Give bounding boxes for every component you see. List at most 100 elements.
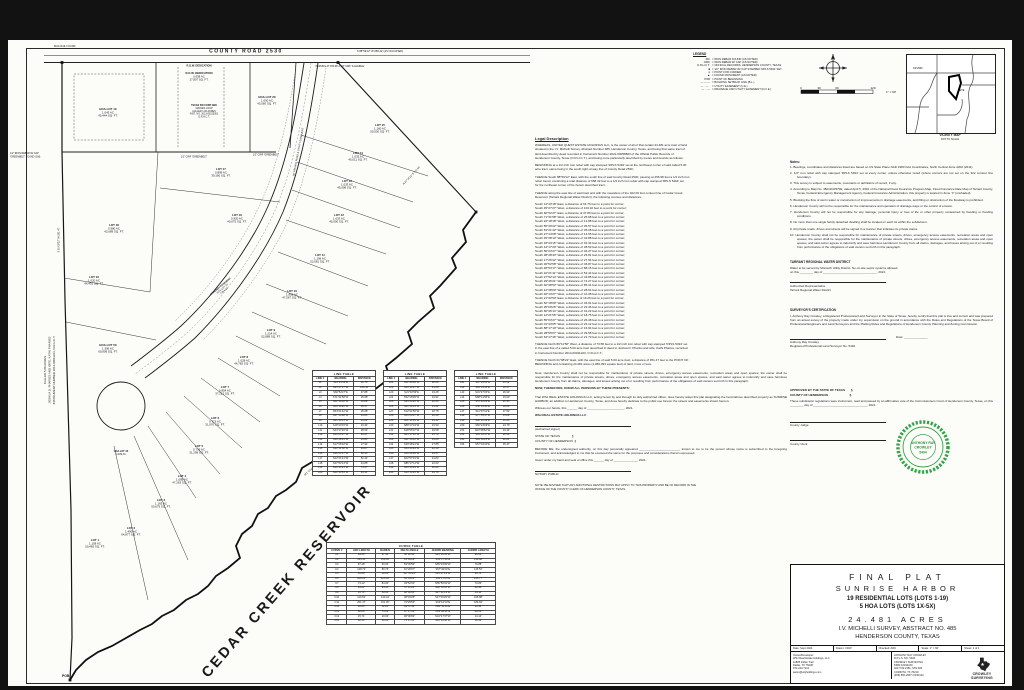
- scale-tick-label: 0: [800, 86, 802, 90]
- approval-county-line: COUNTY OF HENDERSON §: [790, 393, 993, 398]
- given-under-line: Given under my hand and seal of office t…: [535, 458, 787, 462]
- line-table: LINE TABLE LINE #BEARINGDISTANCEL21S12°4…: [383, 370, 447, 476]
- county-judge-signature-line: [790, 418, 886, 423]
- vicinity-subtitle-text: NOT TO SCALE: [906, 138, 994, 141]
- lot-label: LOT 191.020 AC44,431 SQ. FT.: [84, 275, 104, 286]
- county-of-henderson-line: COUNTY OF HENDERSON §: [535, 439, 787, 443]
- table-row: L40S13°14′25″W29.78′: [384, 471, 447, 476]
- info-cell: Scale: 1″ = 60′: [919, 646, 962, 651]
- seal-name-line: ANTHONY RAY: [911, 441, 936, 445]
- title-block-footer: Owner/Developer:WSJ Real Estate Holdings…: [791, 652, 1004, 679]
- surveyor-info-line: (469) 850-2937 (OFFICE): [894, 674, 964, 677]
- footer-notes: NOTE: BE ADVISED THAT ANY ADDITIONAL RES…: [535, 484, 787, 492]
- lot-label: LOT 31.163 AC50,679 SQ. FT.: [151, 498, 171, 509]
- legal-description-title: Legal Description: [535, 136, 787, 141]
- hoa-lots-line: 5 HOA LOTS (LOTS 1X-5X): [791, 604, 1004, 612]
- dedication-paragraph: That WSJ REAL ESTATE HOLDINGS LLC, actin…: [535, 395, 787, 403]
- lot-label: LOT 101.092 AC47,567 SQ. FT.: [282, 289, 302, 300]
- lot-label: LOT 160.920 AC40,075 SQ. FT.: [227, 213, 247, 224]
- lot-label: LOT 180.980 AC42,689 SQ. FT.: [104, 223, 124, 234]
- texas-shape-icon: [975, 657, 990, 672]
- logo-wordmark-line: SURVEYING: [961, 677, 1003, 681]
- lot-label: LOT 81.028 AC44,782 SQ. FT.: [234, 355, 254, 366]
- final-plat-title: FINAL PLAT: [791, 572, 1004, 582]
- table-row: C1562.36′50.00′71°27′45″S36°40′58″W58.39…: [327, 619, 496, 624]
- lot-label: LOT 121.033 AC45,000 SQ. FT.: [329, 213, 349, 224]
- county-clerk-signature-line: [790, 436, 886, 441]
- info-cell: Date: Sept 2024: [791, 646, 834, 651]
- notes-title: Notes:: [790, 160, 993, 164]
- owner-info-line: aaron@wsjholdings.com: [793, 671, 889, 674]
- lot-label: LOT 41.085 AC47,263 SQ. FT.: [172, 474, 192, 485]
- org-caption: Tarrant Regional Water District: [790, 288, 993, 292]
- road-dimension-label: S 88°59′12″ W 668.42′ (AS OCCUPIED): [357, 49, 403, 53]
- surveyor-cert-body: I, Anthony Ray Crowley, a Registered Pro…: [790, 314, 993, 327]
- witness-line: Witness our hands, this ______ day of __…: [535, 406, 787, 410]
- water-district-date-line: on this ________ day of ________________…: [790, 270, 993, 275]
- table-row: L20S40°38′53″W85.31′: [313, 471, 376, 476]
- vicinity-map-drawing: CR 2530SITE: [907, 55, 995, 133]
- line-tables: LINE TABLE LINE #BEARINGDISTANCEL1S14°43…: [312, 370, 518, 476]
- lot-label: LOT 141.033 AC45,011 SQ. FT.: [348, 151, 367, 162]
- curve-table-grid: CURVE #ARC LENGTHRADIUSDELTA ANGLECHORD …: [326, 548, 496, 625]
- lot-label: HOA-LOT 5X1.396 AC60,809 SQ. FT.: [98, 343, 118, 354]
- subdivision-name: SUNRISE HARBOR: [791, 584, 1004, 593]
- owner-company-line: WSJ REAL ESTATE HOLDINGS LLC: [535, 413, 787, 417]
- lot-labels: HOA-LOT 1X1.043 AC45,444 SQ. FT. R.O.W. D…: [84, 71, 390, 549]
- neighbor-tract-label: JOSHUA D. PHARISS AND WIFE, KATHI PHARIS…: [48, 336, 52, 403]
- scale-caption: 1″ = 60′: [886, 90, 896, 94]
- vicinity-map: CR 2530SITE VICINITY MAP NOT TO SCALE: [906, 54, 994, 146]
- vicinity-map-title: VICINITY MAP NOT TO SCALE: [906, 134, 994, 141]
- lot-label: HOA-LOT 1X1.043 AC45,444 SQ. FT.: [98, 107, 118, 118]
- lot-label: HOA-LOT 2X1.000 AC43,560 SQ. FT.: [257, 95, 277, 106]
- note-item: 3. This survey is subject to easements, …: [790, 182, 993, 186]
- boundary-bearing: S 01°08′22″ W 351.47′: [58, 227, 61, 252]
- note-item: 7. Henderson County will not be responsi…: [790, 211, 993, 219]
- notes-column: Notes: 1. Bearings, coordinates and dist…: [790, 160, 993, 446]
- legend-entries: IRF= IRON REBAR FOUND (AS NOTED)CIRF= IR…: [693, 58, 783, 92]
- lot-label: LOT 151.160 AC50,530 SQ. FT.: [370, 123, 390, 134]
- private-road: [97, 63, 326, 430]
- lot-label: TEXAS SW CORP ANDGRAVES LOOPCALLED 1.00 …: [190, 104, 219, 119]
- info-cell: Checked: ARC: [877, 646, 920, 651]
- row-dedication-tag: R.O.W. DEDICATION: [186, 64, 211, 68]
- county-road-lines: [44, 56, 530, 63]
- county-road-label: COUNTY ROAD 2530: [209, 49, 283, 55]
- hoa-parcel-lines: [62, 63, 296, 153]
- line-table-2: LINE #BEARINGDISTANCEL21S12°48′09″W28.64…: [383, 376, 447, 476]
- lot-label: LOT 170.899 AC39,160 SQ. FT.: [211, 167, 231, 178]
- lot-label: R.O.W. DEDICATION0.638 AC27,807 SQ. FT.: [186, 71, 213, 82]
- water-district-block: TARRANT REGIONAL WATER DISTRICT Water to…: [790, 260, 993, 292]
- county-judge-caption: County Judge: [790, 423, 993, 427]
- owner-developer-block: Owner/Developer:WSJ Real Estate Holdings…: [791, 652, 892, 679]
- note-item: 4. According to Map No. 48213C0570E, dat…: [790, 188, 993, 196]
- lot-label: LOT 21.490 AC64,877 SQ. FT.: [121, 526, 141, 537]
- county-note-paragraph: Note: Henderson County shall not be resp…: [535, 371, 787, 384]
- point-of-beginning-label: POB: [62, 674, 70, 678]
- vicinity-site-outline: [949, 75, 961, 99]
- cert-date-label: Date: ______________: [896, 335, 928, 340]
- legend-title: LEGEND: [693, 52, 801, 56]
- surveyor-registration: Registered Professional Land Surveyor No…: [790, 344, 993, 348]
- seal-name-line: CROWLEY: [914, 446, 932, 450]
- lot-label: LOT 111.196 AC52,081 SQ. FT.: [310, 253, 330, 264]
- legend: LEGEND IRF= IRON REBAR FOUND (AS NOTED)C…: [693, 52, 801, 91]
- note-item: 6. Henderson County will not be responsi…: [790, 205, 993, 209]
- approval-body: These subdivision regulations were instr…: [790, 399, 993, 407]
- water-district-title: TARRANT REGIONAL WATER DISTRICT: [790, 260, 993, 264]
- lot-label: LOT 131.033 AC45,008 SQ. FT.: [337, 179, 357, 190]
- scale-tick-label: 60: [835, 86, 839, 90]
- title-block: FINAL PLAT SUNRISE HARBOR 19 RESIDENTIAL…: [790, 564, 1005, 684]
- cul-de-sac: [97, 382, 145, 430]
- vicinity-labels: CR 2530SITE: [913, 67, 965, 92]
- notary-caption: NOTARY PUBLIC: [535, 472, 787, 476]
- neighbor-tract-label: CALLED 5.00 ACRES: [43, 356, 47, 384]
- acreage-line: 24.481 ACRES: [791, 615, 1004, 624]
- lot-label: LOT 11.158 AC50,465 SQ. FT.: [85, 538, 105, 549]
- vicinity-map-box: CR 2530SITE: [906, 54, 996, 134]
- scale-tick-label: 30: [817, 86, 821, 90]
- monument-note: PASSING AT 456.98′ A 1/2″ CIRF 'ILLEGIBL…: [316, 65, 365, 68]
- lot-label: LOT 91.214 AC52,889 SQ. FT.: [261, 328, 281, 339]
- note-item: 2. 1/2″ iron rebar with cap stamped 'RPL…: [790, 172, 993, 180]
- scanned-plat-page: { "plat": { "annotations": [ {"t":"COUNT…: [0, 0, 1024, 690]
